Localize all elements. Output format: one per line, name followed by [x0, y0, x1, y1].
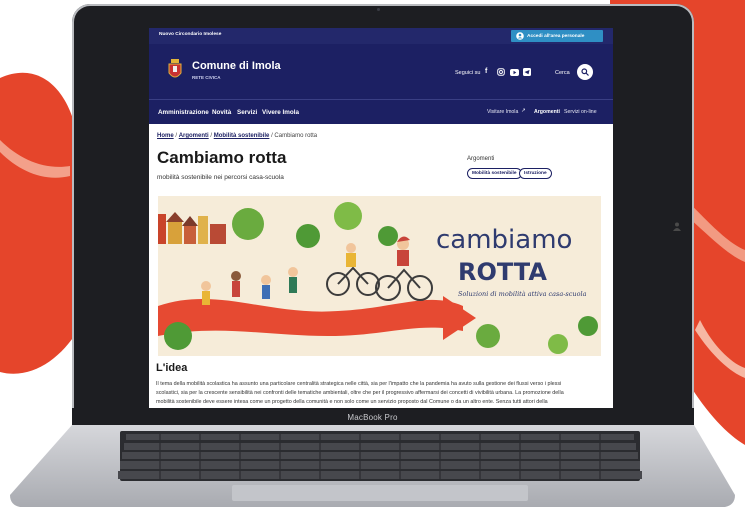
kid-1: [201, 281, 211, 305]
topic-chip-mobilita[interactable]: Mobilità sostenibile: [467, 168, 522, 179]
external-link-icon: ↗: [521, 108, 526, 114]
telegram-icon[interactable]: [523, 68, 531, 76]
breadcrumb-current: Cambiamo rotta: [274, 133, 318, 139]
accessibility-person-icon[interactable]: [672, 222, 682, 232]
nav-item-vivere-imola[interactable]: Vivere Imola: [262, 109, 299, 116]
login-button[interactable]: Accedi all'area personale: [511, 30, 603, 42]
laptop-screen: Nuovo Circondario Imolese Accedi all'are…: [149, 28, 613, 408]
topic-chip-istruzione[interactable]: Istruzione: [519, 168, 552, 179]
nav-item-novita[interactable]: Novità: [212, 109, 231, 116]
topics-heading: Argomenti: [467, 156, 495, 162]
breadcrumb-home[interactable]: Home: [157, 133, 174, 139]
page-subtitle: mobilità sostenibile nei percorsi casa-s…: [157, 174, 284, 181]
banner-tagline: Soluzioni di mobilità attiva casa-scuola: [458, 290, 587, 298]
region-link[interactable]: Nuovo Circondario Imolese: [159, 32, 221, 37]
nav-item-servizi-online[interactable]: Servizi on-line: [564, 109, 597, 115]
section-paragraph: Il tema della mobilità scolastica ha ass…: [156, 380, 606, 407]
device-label: MacBook Pro: [347, 413, 398, 422]
banner-title-2: ROTTA: [458, 258, 547, 286]
region-topbar: Nuovo Circondario Imolese Accedi all'are…: [149, 28, 613, 44]
imola-coat-of-arms-logo[interactable]: [168, 59, 182, 81]
follow-label: Seguici su: [455, 70, 481, 76]
section-heading: L'idea: [156, 362, 188, 374]
nav-item-servizi[interactable]: Servizi: [237, 109, 257, 116]
nav-item-argomenti[interactable]: Argomenti: [534, 109, 560, 115]
user-icon: [516, 32, 524, 40]
login-label: Accedi all'area personale: [527, 33, 585, 39]
banner-title-1: cambiamo: [436, 225, 572, 255]
breadcrumb-mobilita[interactable]: Mobilità sostenibile: [214, 133, 270, 139]
breadcrumb-argomenti[interactable]: Argomenti: [179, 133, 209, 139]
paragraph-line: scolastici, sia per la crescente sensibi…: [156, 390, 564, 396]
search-icon: [581, 68, 589, 76]
trackpad[interactable]: [232, 485, 528, 501]
cyclist-2: [375, 236, 433, 301]
left-brush-shape: [0, 72, 78, 374]
kid-4: [288, 267, 298, 293]
instagram-icon[interactable]: [497, 68, 505, 76]
youtube-icon[interactable]: [510, 69, 519, 76]
paragraph-line: mobilità sostenibile deve essere intesa …: [156, 399, 548, 405]
laptop-base: [10, 425, 735, 507]
kid-3: [261, 275, 271, 299]
facebook-icon[interactable]: f: [485, 68, 487, 75]
site-header: Comune di Imola RETE CIVICA Seguici su f…: [149, 44, 613, 99]
hero-banner-illustration: cambiamo ROTTA Soluzioni di mobilità att…: [158, 196, 601, 356]
search-button[interactable]: [577, 64, 593, 80]
paragraph-line: Il tema della mobilità scolastica ha ass…: [156, 381, 562, 387]
breadcrumb: Home / Argomenti / Mobilità sostenibile …: [157, 133, 318, 139]
org-tag: RETE CIVICA: [192, 75, 221, 80]
webcam-icon: [377, 8, 380, 11]
org-name[interactable]: Comune di Imola: [192, 60, 281, 72]
nav-item-amministrazione[interactable]: Amministrazione: [158, 109, 209, 116]
search-label[interactable]: Cerca: [555, 70, 570, 76]
page-title: Cambiamo rotta: [157, 148, 287, 167]
banner-artwork: cambiamo ROTTA Soluzioni di mobilità att…: [158, 202, 598, 354]
nav-item-visitare-imola[interactable]: Visitare Imola: [487, 109, 518, 115]
kid-2: [231, 271, 241, 297]
cyclist-1: [326, 243, 380, 296]
scene: Nuovo Circondario Imolese Accedi all'are…: [0, 0, 745, 515]
